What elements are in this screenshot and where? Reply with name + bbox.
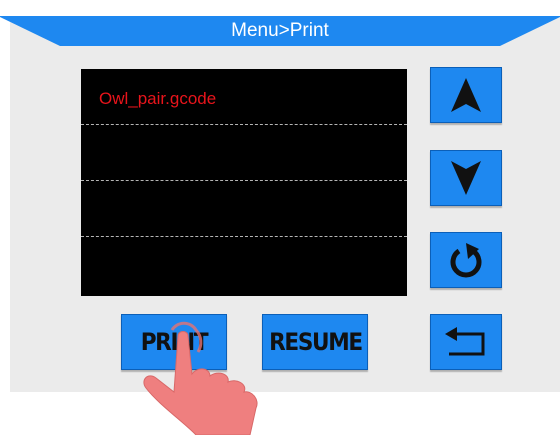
arrow-up-icon (451, 78, 481, 112)
refresh-button[interactable] (430, 232, 502, 288)
tap-hand-icon (143, 321, 258, 435)
scroll-up-button[interactable] (430, 67, 502, 123)
resume-button[interactable]: RESUME (262, 314, 368, 370)
back-icon (445, 327, 485, 356)
refresh-icon (450, 243, 482, 278)
title-bar: Menu>Print (0, 16, 560, 46)
file-row[interactable] (81, 238, 407, 294)
arrow-down-icon (451, 161, 481, 195)
file-row[interactable]: Owl_pair.gcode (81, 69, 407, 125)
file-row[interactable] (81, 125, 407, 181)
scroll-down-button[interactable] (430, 150, 502, 206)
file-list[interactable]: Owl_pair.gcode (81, 69, 407, 296)
page-title: Menu>Print (231, 20, 329, 41)
back-button[interactable] (430, 314, 502, 370)
file-row[interactable] (81, 181, 407, 237)
resume-button-label: RESUME (268, 328, 363, 356)
file-name: Owl_pair.gcode (99, 89, 217, 108)
